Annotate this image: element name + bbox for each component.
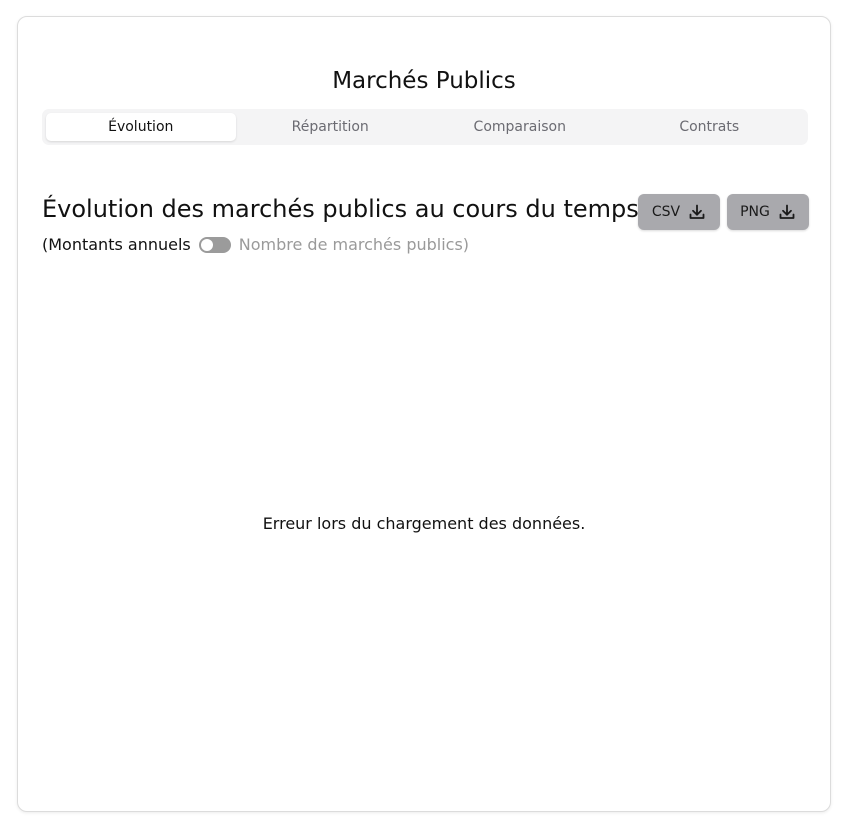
download-csv-button[interactable]: CSV xyxy=(638,194,720,230)
metric-toggle-switch[interactable] xyxy=(198,237,231,253)
tab-comparaison[interactable]: Comparaison xyxy=(425,113,615,141)
png-button-label: PNG xyxy=(740,204,770,220)
error-message: Erreur lors du chargement des données. xyxy=(262,514,586,533)
toggle-knob xyxy=(200,239,213,251)
section-title: Évolution des marchés publics au cours d… xyxy=(42,195,639,223)
csv-button-label: CSV xyxy=(651,204,681,220)
main-card: Marchés Publics Évolution Répartition Co… xyxy=(17,16,831,812)
tab-bar: Évolution Répartition Comparaison Contra… xyxy=(42,109,808,145)
app-title: Marchés Publics xyxy=(332,68,516,94)
toggle-label-count: Nombre de marchés publics) xyxy=(238,235,470,254)
download-icon xyxy=(778,203,796,221)
download-png-button[interactable]: PNG xyxy=(727,194,809,230)
tab-evolution[interactable]: Évolution xyxy=(46,113,236,141)
metric-toggle-row: (Montants annuels Nombre de marchés publ… xyxy=(42,234,469,256)
tab-contrats[interactable]: Contrats xyxy=(615,113,805,141)
toggle-label-amounts: (Montants annuels xyxy=(42,235,191,254)
download-icon xyxy=(688,203,706,221)
tab-repartition[interactable]: Répartition xyxy=(236,113,426,141)
